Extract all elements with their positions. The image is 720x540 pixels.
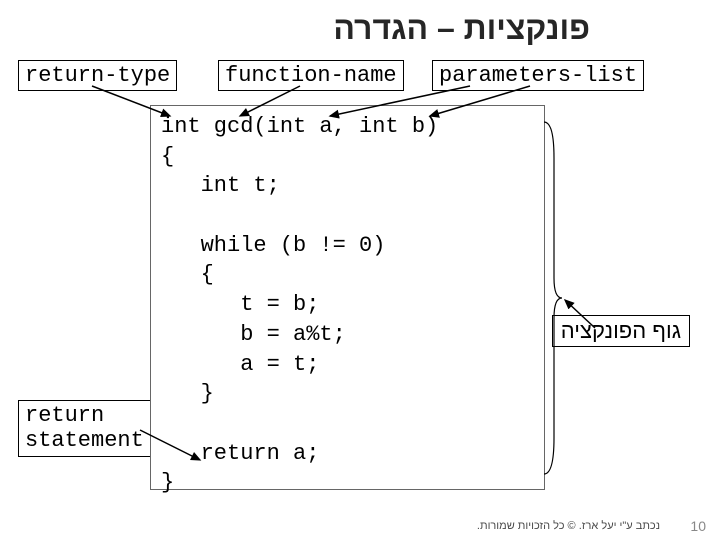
label-function-body: גוף הפונקציה xyxy=(552,315,690,347)
page-number: 10 xyxy=(690,518,706,534)
label-function-name: function-name xyxy=(218,60,404,91)
return-statement-line2: statement xyxy=(25,428,144,453)
label-return-type: return-type xyxy=(18,60,177,91)
label-parameters-list: parameters-list xyxy=(432,60,644,91)
return-statement-line1: return xyxy=(25,403,104,428)
label-return-statement: return statement xyxy=(18,400,151,457)
brace-icon xyxy=(542,118,562,478)
slide-title: פונקציות – הגדרה xyxy=(333,10,590,47)
code-block: int gcd(int a, int b) { int t; while (b … xyxy=(150,105,545,490)
footer-text: נכתב ע"י יעל ארז. © כל הזכויות שמורות. xyxy=(477,520,660,532)
